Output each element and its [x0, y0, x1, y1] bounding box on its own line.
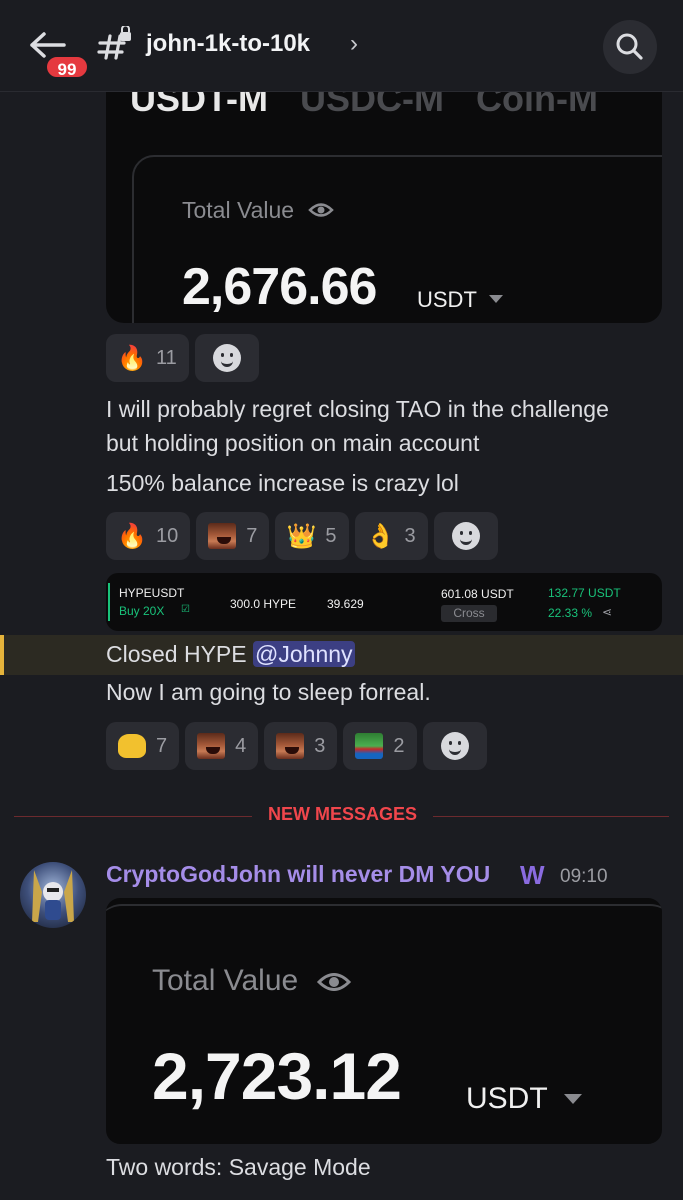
message-text: Closed HYPE @Johnny Now I am going to sl… [106, 637, 431, 709]
reaction-count: 2 [393, 734, 405, 757]
reaction-pepe[interactable]: 2 [343, 722, 417, 770]
add-reaction-button[interactable] [433, 512, 498, 560]
add-reaction-smile-icon [451, 522, 480, 550]
message-text-part: Closed HYPE [106, 641, 254, 667]
reaction-bar: 7 4 3 2 [106, 722, 487, 770]
edit-leverage-icon: ☑ [181, 604, 190, 615]
reaction-count: 4 [235, 734, 247, 757]
fire-icon: 🔥 [117, 344, 147, 372]
total-value-panel: Total Value 2,676.66 USDT [132, 155, 662, 323]
reaction-raised-hands[interactable]: 7 [106, 722, 180, 770]
balance-screenshot-attachment[interactable]: USDT-M USDC-M Coin-M Total Value 2,676.66 … [106, 60, 662, 323]
position-size: 300.0 HYPE [230, 597, 297, 611]
ok-hand-icon: 👌 [365, 522, 396, 550]
reaction-face-meme[interactable]: 3 [264, 722, 338, 770]
message-timestamp: 09:10 [560, 866, 608, 887]
reaction-count: 7 [246, 524, 258, 547]
avatar[interactable] [20, 862, 86, 928]
reaction-face-meme[interactable]: 7 [196, 512, 270, 560]
add-reaction-smile-icon [212, 344, 241, 372]
position-margin: 601.08 USDT [441, 587, 514, 601]
user-mention[interactable]: @Johnny [253, 641, 355, 667]
total-value-label: Total Value [182, 197, 295, 223]
new-messages-label: NEW MESSAGES [252, 804, 434, 825]
add-reaction-button[interactable] [194, 334, 259, 382]
chevron-right-icon[interactable]: › [350, 30, 358, 58]
channel-header: 99 john-1k-to-10k › [0, 0, 683, 92]
eye-icon [308, 203, 334, 217]
margin-mode-badge: Cross [441, 605, 497, 622]
unit-label: USDT [466, 1082, 548, 1115]
reaction-count: 7 [156, 734, 168, 757]
reaction-crown[interactable]: 👑 5 [275, 512, 349, 560]
face-meme-emoji-icon [208, 523, 237, 549]
reaction-count: 5 [325, 524, 337, 547]
reaction-bar: 🔥 11 [106, 334, 259, 382]
balance-screenshot-attachment[interactable]: Total Value 2,723.12 USDT [106, 898, 662, 1144]
message-line: Closed HYPE @Johnny [106, 637, 431, 671]
face-meme-emoji-icon [276, 733, 305, 759]
position-symbol: HYPEUSDT [119, 586, 185, 600]
caret-down-icon [489, 295, 503, 303]
message-line: but holding position on main account [106, 430, 480, 456]
reaction-count: 10 [156, 524, 179, 547]
caret-down-icon [564, 1094, 582, 1104]
unit-label: USDT [417, 287, 477, 312]
avatar-image [32, 870, 74, 922]
eye-icon [316, 973, 352, 991]
unread-badge: 99 [44, 54, 90, 80]
reaction-count: 3 [404, 524, 416, 547]
unrealized-pnl: 132.77 USDT [548, 586, 621, 600]
reaction-fire[interactable]: 🔥 10 [106, 512, 191, 560]
crown-icon: 👑 [286, 522, 317, 550]
add-reaction-smile-icon [440, 732, 469, 760]
face-meme-emoji-icon [197, 733, 226, 759]
entry-price: 39.629 [327, 597, 364, 611]
long-indicator-bar [108, 583, 110, 621]
total-value-label: Total Value [152, 964, 299, 997]
position-side: Buy 20X [119, 604, 165, 618]
total-value-amount: 2,723.12 [152, 1039, 402, 1113]
reaction-bar: 🔥 10 7 👑 5 👌 3 [106, 512, 498, 560]
channel-name[interactable]: john-1k-to-10k [146, 30, 310, 58]
reaction-face-meme[interactable]: 4 [185, 722, 259, 770]
role-badge-icon: W [520, 860, 545, 890]
message-text: Two words: Savage Mode [106, 1154, 371, 1180]
add-reaction-button[interactable] [422, 722, 487, 770]
fire-icon: 🔥 [117, 522, 147, 550]
raised-hands-icon [118, 734, 146, 758]
search-icon [616, 33, 643, 60]
pnl-percent: 22.33 % [548, 606, 593, 620]
reaction-ok-hand[interactable]: 👌 3 [354, 512, 428, 560]
total-value-amount: 2,676.66 [182, 258, 377, 316]
position-screenshot-attachment[interactable]: HYPEUSDT Buy 20X ☑ 300.0 HYPE 39.629 601… [106, 573, 662, 631]
message-line: I will probably regret closing TAO in th… [106, 396, 609, 422]
share-icon: ⋖ [602, 605, 613, 619]
reaction-count: 11 [156, 346, 177, 369]
reaction-count: 3 [314, 734, 326, 757]
message-line: 150% balance increase is crazy lol [106, 470, 459, 496]
message-text: I will probably regret closing TAO in th… [106, 392, 609, 500]
search-button[interactable] [603, 20, 657, 74]
locked-channel-hash-icon [97, 26, 131, 60]
pepe-emoji-icon [355, 733, 384, 759]
author-name[interactable]: CryptoGodJohn will never DM YOU [106, 861, 490, 888]
message-line: Now I am going to sleep forreal. [106, 679, 431, 705]
reaction-fire[interactable]: 🔥 11 [106, 334, 189, 382]
